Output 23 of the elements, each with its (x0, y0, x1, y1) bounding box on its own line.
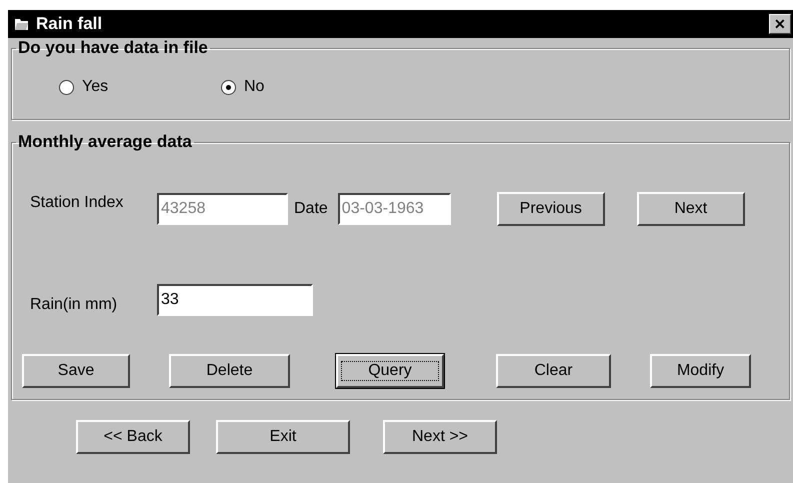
group-title: Monthly average data (17, 132, 193, 152)
form-button[interactable]: Previous (496, 192, 605, 226)
wizard-button[interactable]: Exit (216, 420, 350, 454)
field-label: Rain(in mm) (30, 296, 118, 314)
wizard-button[interactable]: << Back (76, 420, 190, 454)
radio-button[interactable] (59, 80, 74, 94)
form-button[interactable]: Clear (496, 354, 611, 388)
form-button[interactable]: Next (636, 192, 745, 226)
field-label: Station Index (30, 194, 124, 212)
radio-button[interactable] (221, 80, 236, 94)
text-field[interactable]: 33 (157, 284, 313, 316)
wizard-button[interactable]: Next >> (383, 420, 497, 454)
close-button[interactable]: ✕ (769, 14, 791, 34)
radio-option[interactable]: Yes (59, 78, 221, 96)
window-title: Rain fall (36, 14, 102, 34)
folder-icon (14, 17, 30, 31)
radio-option[interactable]: No (221, 78, 383, 96)
form-button[interactable]: Modify (650, 354, 751, 388)
form-button[interactable]: Query (336, 354, 444, 388)
group-title: Do you have data in file (17, 38, 209, 58)
form-button[interactable]: Save (22, 354, 130, 388)
form-button[interactable]: Delete (169, 354, 290, 388)
field-label: Date (294, 200, 328, 218)
